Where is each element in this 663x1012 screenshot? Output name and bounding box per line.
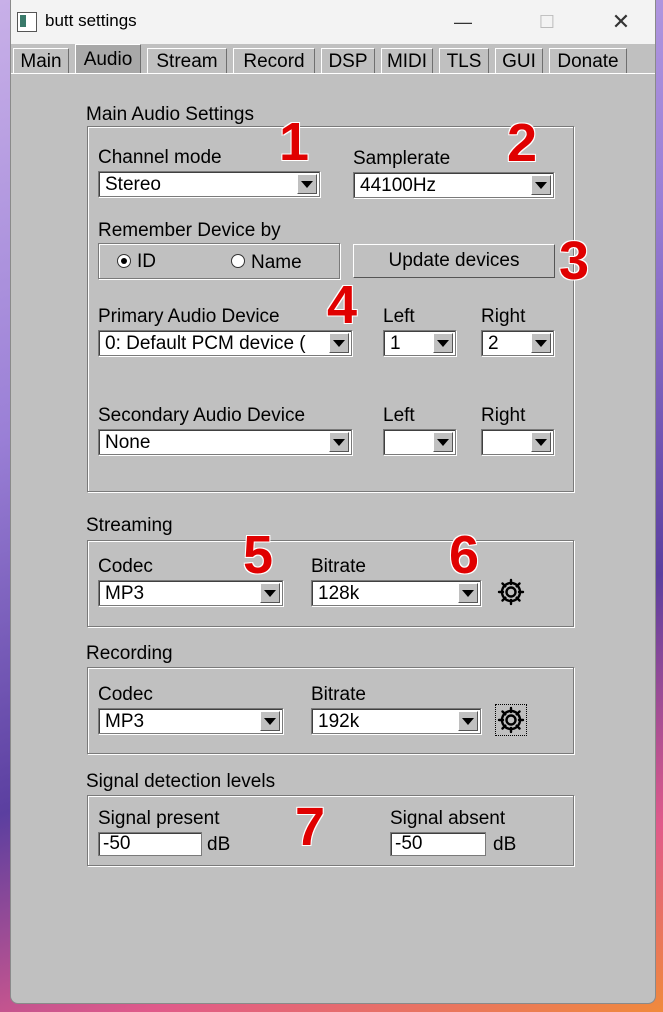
primary-left-value: 1 xyxy=(390,333,401,354)
primary-right-label: Right xyxy=(481,306,526,327)
gear-icon[interactable] xyxy=(495,704,527,736)
primary-right-select[interactable]: 2 xyxy=(481,330,554,356)
window-title: butt settings xyxy=(45,11,137,30)
annotation-3: 3 xyxy=(559,231,590,291)
update-devices-button[interactable]: Update devices xyxy=(353,244,555,278)
record-codec-label: Codec xyxy=(98,684,153,705)
chevron-down-icon xyxy=(458,583,478,603)
stream-codec-label: Codec xyxy=(98,556,153,577)
secondary-device-value: None xyxy=(105,432,151,453)
secondary-right-select[interactable] xyxy=(481,429,554,455)
tab-donate[interactable]: Donate xyxy=(549,48,627,74)
maximize-button[interactable]: ☐ xyxy=(519,0,575,44)
tab-midi[interactable]: MIDI xyxy=(381,48,433,74)
tab-dsp[interactable]: DSP xyxy=(321,48,375,74)
annotation-2: 2 xyxy=(507,113,538,173)
record-bitrate-select[interactable]: 192k xyxy=(311,708,481,734)
minimize-button[interactable]: — xyxy=(435,0,491,44)
signal-present-label: Signal present xyxy=(98,808,220,829)
secondary-device-select[interactable]: None xyxy=(98,429,352,455)
annotation-4: 4 xyxy=(327,275,358,335)
tab-record[interactable]: Record xyxy=(233,48,315,74)
chevron-down-icon xyxy=(433,333,453,353)
primary-device-label: Primary Audio Device xyxy=(98,306,280,327)
record-codec-select[interactable]: MP3 xyxy=(98,708,283,734)
secondary-left-select[interactable] xyxy=(383,429,456,455)
samplerate-select[interactable]: 44100Hz xyxy=(353,172,554,198)
primary-device-value: 0: Default PCM device ( xyxy=(105,333,306,354)
radio-id-label: ID xyxy=(137,251,156,272)
remember-device-label: Remember Device by xyxy=(98,220,281,241)
gear-icon[interactable] xyxy=(496,577,526,607)
secondary-left-label: Left xyxy=(383,405,415,426)
stream-bitrate-label: Bitrate xyxy=(311,556,366,577)
chevron-down-icon xyxy=(260,711,280,731)
chevron-down-icon xyxy=(531,175,551,195)
secondary-right-label: Right xyxy=(481,405,526,426)
record-bitrate-value: 192k xyxy=(318,711,360,732)
primary-right-value: 2 xyxy=(488,333,499,354)
tab-bar: Main Audio Stream Record DSP MIDI TLS GU… xyxy=(11,44,655,74)
tab-audio[interactable]: Audio xyxy=(75,44,141,74)
record-bitrate-label: Bitrate xyxy=(311,684,366,705)
signal-absent-unit: dB xyxy=(493,834,517,855)
tab-gui[interactable]: GUI xyxy=(495,48,543,74)
chevron-down-icon xyxy=(433,432,453,452)
primary-left-label: Left xyxy=(383,306,415,327)
chevron-down-icon xyxy=(297,174,317,194)
signal-absent-input[interactable]: -50 xyxy=(390,832,486,856)
title-bar: butt settings — ☐ ✕ xyxy=(11,0,655,44)
main-audio-group-label: Main Audio Settings xyxy=(86,104,254,125)
annotation-7: 7 xyxy=(295,797,326,857)
record-codec-value: MP3 xyxy=(105,711,145,732)
streaming-group-label: Streaming xyxy=(86,515,173,536)
tab-tls[interactable]: TLS xyxy=(439,48,489,74)
chevron-down-icon xyxy=(531,432,551,452)
channel-mode-label: Channel mode xyxy=(98,147,222,168)
tab-stream[interactable]: Stream xyxy=(147,48,227,74)
remember-device-group xyxy=(98,243,340,279)
samplerate-label: Samplerate xyxy=(353,148,451,169)
primary-left-select[interactable]: 1 xyxy=(383,330,456,356)
signal-present-unit: dB xyxy=(207,834,231,855)
radio-id[interactable] xyxy=(117,254,131,268)
signal-group-label: Signal detection levels xyxy=(86,771,276,792)
settings-window: butt settings — ☐ ✕ Main Audio Stream Re… xyxy=(10,0,656,1004)
annotation-6: 6 xyxy=(449,525,480,585)
secondary-device-label: Secondary Audio Device xyxy=(98,405,306,426)
annotation-5: 5 xyxy=(243,525,274,585)
annotation-1: 1 xyxy=(279,112,310,172)
radio-name-label: Name xyxy=(251,252,302,273)
chevron-down-icon xyxy=(260,583,280,603)
radio-name[interactable] xyxy=(231,254,245,268)
signal-present-input[interactable]: -50 xyxy=(98,832,202,856)
app-icon xyxy=(17,12,37,32)
chevron-down-icon xyxy=(458,711,478,731)
signal-absent-label: Signal absent xyxy=(390,808,506,829)
recording-group-label: Recording xyxy=(86,643,173,664)
chevron-down-icon xyxy=(531,333,551,353)
stream-codec-value: MP3 xyxy=(105,583,145,604)
channel-mode-select[interactable]: Stereo xyxy=(98,171,320,197)
tab-main[interactable]: Main xyxy=(13,48,69,74)
primary-device-select[interactable]: 0: Default PCM device ( xyxy=(98,330,352,356)
chevron-down-icon xyxy=(329,432,349,452)
stream-bitrate-value: 128k xyxy=(318,583,360,604)
chevron-down-icon xyxy=(329,333,349,353)
samplerate-value: 44100Hz xyxy=(360,175,437,196)
channel-mode-value: Stereo xyxy=(105,174,161,195)
close-button[interactable]: ✕ xyxy=(593,0,649,44)
tab-divider xyxy=(11,73,655,74)
